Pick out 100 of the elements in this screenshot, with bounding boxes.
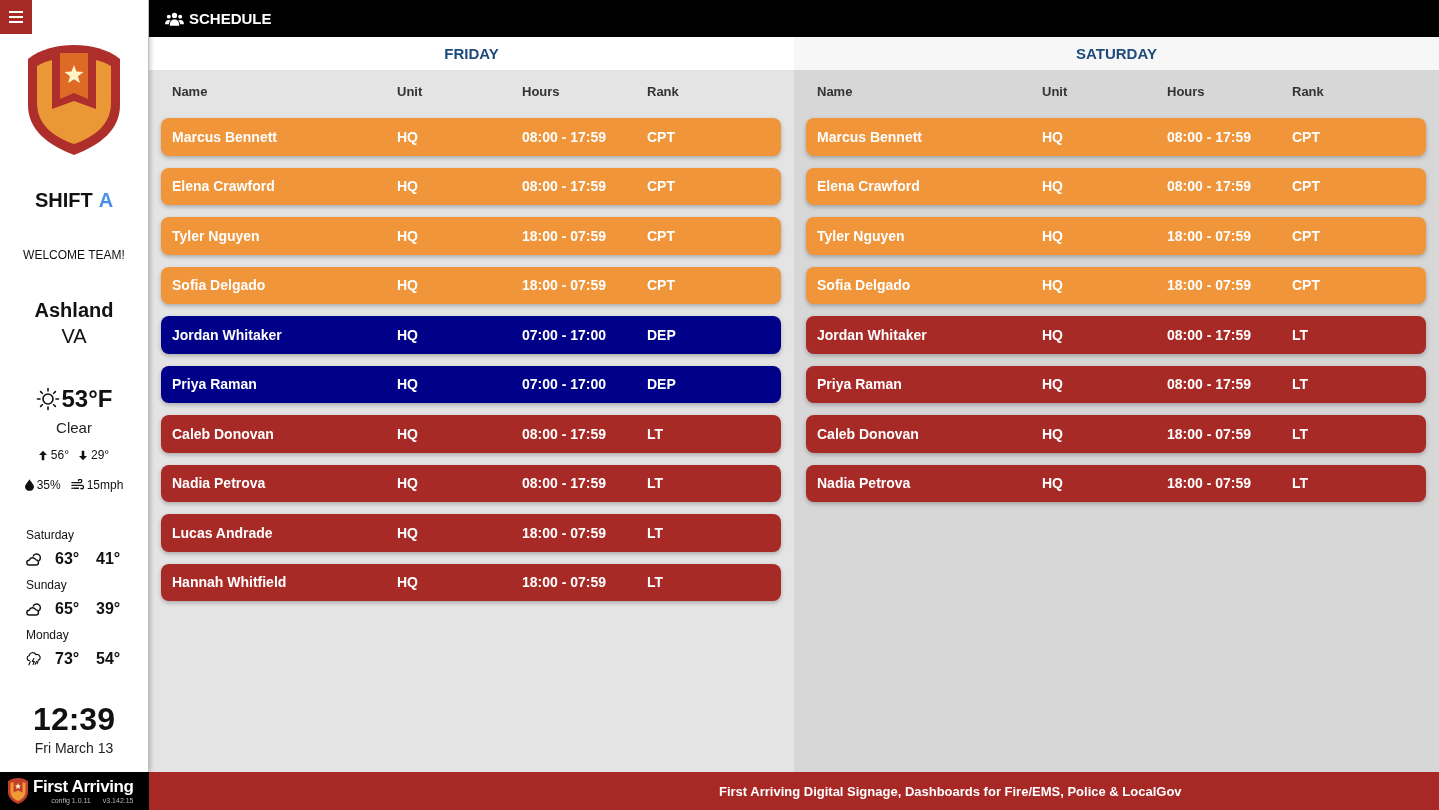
table-cell: Priya Raman — [172, 376, 257, 393]
table-cell: HQ — [397, 277, 418, 294]
low-temperature: 29° — [91, 447, 110, 463]
table-cell: 07:00 - 17:00 — [522, 376, 607, 393]
table-cell: HQ — [397, 425, 418, 442]
wind-icon — [70, 479, 84, 491]
table-cell: 08:00 - 17:59 — [522, 178, 607, 195]
people-icon — [165, 11, 184, 26]
table-cell: 18:00 - 07:59 — [522, 524, 607, 541]
forecast-day: Monday — [26, 627, 69, 643]
table-cell: Lucas Andrade — [172, 524, 273, 541]
table-cell: Nadia Petrova — [172, 475, 266, 492]
menu-button[interactable] — [0, 0, 32, 34]
table-cell: HQ — [397, 227, 418, 244]
menu-icon — [9, 11, 23, 23]
table-cell: HQ — [397, 475, 418, 492]
table-cell: HQ — [1042, 128, 1063, 145]
table-cell: CPT — [647, 128, 675, 145]
table-cell: 18:00 - 07:59 — [1167, 425, 1252, 442]
cloud-sun-icon — [26, 552, 41, 566]
table-cell: Elena Crawford — [172, 178, 275, 195]
table-cell: LT — [1292, 326, 1309, 343]
day-heading: SATURDAY — [794, 37, 1439, 70]
table-cell: Marcus Bennett — [172, 128, 278, 145]
table-cell: DEP — [647, 376, 676, 393]
table-cell: CPT — [1292, 178, 1320, 195]
clock-date: Fri March 13 — [34, 739, 114, 757]
table-cell: LT — [647, 524, 664, 541]
weather-condition: Clear — [56, 418, 92, 438]
table-cell: 08:00 - 17:59 — [522, 475, 607, 492]
column-header: Name — [172, 84, 208, 100]
current-temperature: 53°F — [61, 384, 113, 414]
forecast-day: Sunday — [26, 577, 67, 593]
table-cell: Jordan Whitaker — [172, 326, 282, 343]
forecast-low: 54° — [96, 649, 121, 669]
column-header: Unit — [397, 84, 423, 100]
table-cell: HQ — [397, 524, 418, 541]
forecast-high: 65° — [55, 599, 81, 619]
table-cell: Caleb Donovan — [817, 425, 919, 442]
table-cell: Elena Crawford — [817, 178, 920, 195]
table-cell: CPT — [647, 277, 675, 294]
column-header: Name — [817, 84, 853, 100]
table-cell: 18:00 - 07:59 — [522, 277, 607, 294]
column-header: Hours — [1167, 84, 1205, 100]
page-title: SCHEDULE — [189, 10, 272, 27]
table-cell: HQ — [397, 574, 418, 591]
table-cell: Tyler Nguyen — [172, 227, 260, 244]
shift-label: SHIFT — [34, 188, 93, 212]
table-cell: 18:00 - 07:59 — [522, 574, 607, 591]
table-cell: 08:00 - 17:59 — [1167, 178, 1252, 195]
column-header: Rank — [1292, 84, 1324, 100]
shield-logo — [8, 778, 28, 804]
droplet-icon — [24, 479, 34, 491]
table-cell: HQ — [397, 376, 418, 393]
state-name: VA — [61, 324, 87, 348]
table-cell: Jordan Whitaker — [817, 326, 927, 343]
table-cell: DEP — [647, 326, 676, 343]
table-cell: CPT — [1292, 227, 1320, 244]
table-cell: Marcus Bennett — [817, 128, 923, 145]
forecast-high: 73° — [55, 649, 81, 669]
table-cell: 18:00 - 07:59 — [1167, 475, 1252, 492]
table-cell: 08:00 - 17:59 — [1167, 326, 1252, 343]
table-cell: HQ — [397, 326, 418, 343]
table-cell: HQ — [1042, 376, 1063, 393]
storm-cloud-icon — [26, 652, 41, 666]
table-cell: Hannah Whitfield — [172, 574, 287, 591]
table-cell: Priya Raman — [817, 376, 902, 393]
clock-time: 12:39 — [33, 701, 115, 737]
footer-text: First Arriving Digital Signage, Dashboards for Fire/EMS, Police & LocalGov — [719, 783, 1182, 799]
table-cell: HQ — [1042, 425, 1063, 442]
welcome-message: WELCOME TEAM! — [23, 247, 125, 263]
table-cell: 18:00 - 07:59 — [1167, 227, 1252, 244]
table-cell: HQ — [1042, 326, 1063, 343]
table-cell: Nadia Petrova — [817, 475, 911, 492]
column-header: Rank — [647, 84, 679, 100]
table-cell: HQ — [1042, 227, 1063, 244]
column-header: Unit — [1042, 84, 1068, 100]
forecast-day: Saturday — [26, 527, 75, 543]
forecast-high: 63° — [55, 549, 81, 569]
table-cell: 18:00 - 07:59 — [1167, 277, 1252, 294]
table-cell: LT — [647, 475, 664, 492]
table-cell: CPT — [647, 178, 675, 195]
table-cell: LT — [1292, 475, 1309, 492]
arrow-down-icon — [79, 449, 87, 461]
table-cell: CPT — [647, 227, 675, 244]
table-cell: Tyler Nguyen — [817, 227, 905, 244]
table-cell: CPT — [1292, 128, 1320, 145]
table-cell: 08:00 - 17:59 — [1167, 376, 1252, 393]
table-cell: LT — [1292, 376, 1309, 393]
arrow-up-icon — [38, 449, 47, 461]
table-cell: Sofia Delgado — [172, 277, 266, 294]
table-cell: Sofia Delgado — [817, 277, 911, 294]
table-cell: Caleb Donovan — [172, 425, 274, 442]
table-cell: 18:00 - 07:59 — [522, 227, 607, 244]
high-temperature: 56° — [50, 447, 69, 463]
table-cell: 07:00 - 17:00 — [522, 326, 607, 343]
table-cell: HQ — [1042, 277, 1063, 294]
table-cell: 08:00 - 17:59 — [1167, 128, 1252, 145]
table-cell: LT — [647, 574, 664, 591]
table-cell: 08:00 - 17:59 — [522, 425, 607, 442]
